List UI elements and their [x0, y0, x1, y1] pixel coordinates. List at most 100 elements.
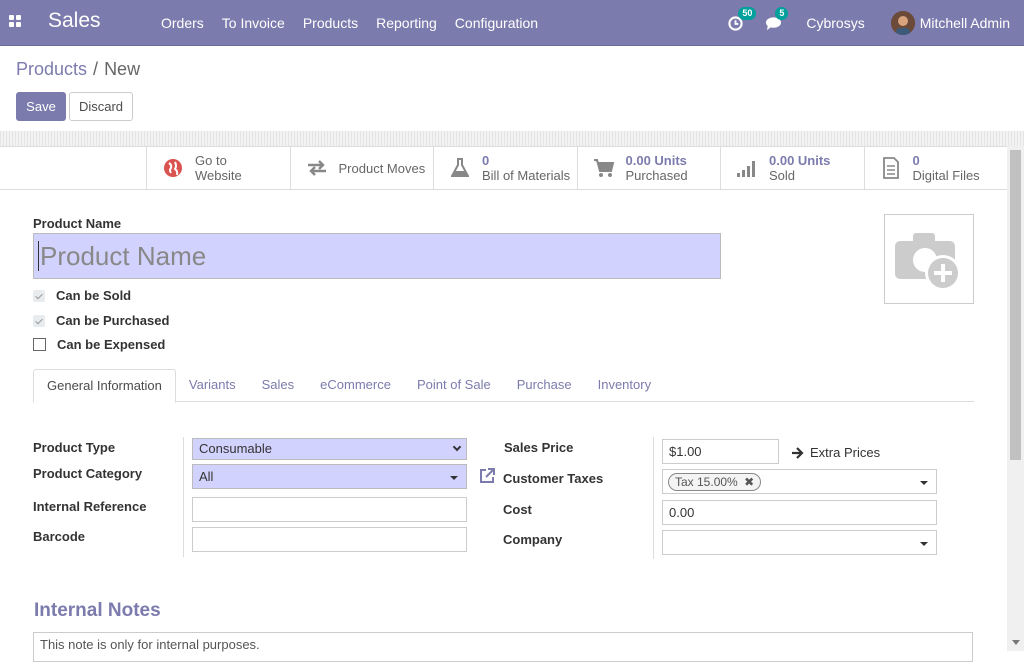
internal-notes-title: Internal Notes: [34, 600, 161, 621]
product-type-label: Product Type: [33, 440, 116, 455]
scrollbar-thumb[interactable]: [1010, 150, 1021, 460]
sold-label: Sold: [769, 168, 796, 183]
can-be-sold-row[interactable]: Can be Sold: [33, 288, 131, 303]
barcode-label: Barcode: [33, 529, 86, 544]
bill-of-materials-button[interactable]: 0 Bill of Materials: [433, 146, 577, 190]
menu-item-to-invoice[interactable]: To Invoice: [213, 15, 294, 31]
external-link-button[interactable]: [478, 467, 496, 488]
menu-item-configuration[interactable]: Configuration: [446, 15, 547, 31]
can-be-purchased-row[interactable]: Can be Purchased: [33, 313, 169, 328]
tab-general-information[interactable]: General Information: [33, 369, 176, 403]
breadcrumb-parent[interactable]: Products: [16, 59, 87, 79]
breadcrumb-current: New: [104, 59, 141, 79]
sold-qty: 0.00 Units: [769, 153, 831, 168]
shopping-cart-icon: [592, 158, 616, 178]
digital-files-label: Digital Files: [912, 168, 980, 183]
tab-ecommerce[interactable]: eCommerce: [307, 369, 404, 402]
top-navbar: Sales Orders To Invoice Products Reporti…: [0, 0, 1024, 46]
external-link-icon: [480, 468, 495, 483]
sold-button[interactable]: 0.00 Units Sold: [720, 146, 864, 190]
arrow-right-icon: [792, 446, 804, 459]
purchased-label: Purchased: [625, 168, 688, 183]
cost-label: Cost: [503, 502, 532, 517]
activity-badge: 50: [738, 6, 757, 20]
remove-tag-icon[interactable]: ✖: [744, 475, 754, 489]
digital-files-button[interactable]: 0 Digital Files: [863, 146, 1008, 190]
menu-item-products[interactable]: Products: [294, 15, 367, 31]
product-category-value: All: [199, 469, 214, 484]
exchange-arrows-icon: [305, 159, 329, 177]
can-be-expensed-label: Can be Expensed: [57, 337, 166, 352]
apps-menu-icon[interactable]: [9, 15, 23, 29]
product-moves-button[interactable]: Product Moves: [289, 146, 434, 190]
tab-variants[interactable]: Variants: [176, 369, 249, 402]
app-name[interactable]: Sales: [48, 9, 101, 33]
menu-item-orders[interactable]: Orders: [152, 15, 213, 31]
vertical-scrollbar[interactable]: [1007, 146, 1024, 651]
menu-item-reporting[interactable]: Reporting: [367, 15, 446, 31]
digital-files-count: 0: [912, 153, 920, 168]
product-image-upload[interactable]: [884, 214, 974, 304]
customer-taxes-label: Customer Taxes: [503, 471, 604, 486]
text-cursor: [38, 241, 39, 271]
can-be-expensed-checkbox[interactable]: [33, 338, 46, 351]
product-category-select[interactable]: All: [192, 464, 467, 489]
company-switcher[interactable]: Cybrosys: [806, 15, 864, 31]
sales-price-label: Sales Price: [504, 440, 574, 455]
chevron-down-icon: [452, 442, 462, 452]
internal-notes-textarea[interactable]: This note is only for internal purposes.: [33, 632, 973, 662]
can-be-sold-label: Can be Sold: [56, 288, 132, 303]
product-type-select[interactable]: Consumable: [192, 438, 467, 460]
customer-taxes-input[interactable]: Tax 15.00% ✖: [662, 469, 937, 494]
camera-plus-icon: [895, 233, 961, 291]
sales-price-input[interactable]: $1.00: [662, 439, 779, 464]
tab-point-of-sale[interactable]: Point of Sale: [404, 369, 504, 402]
company-label: Company: [503, 532, 563, 547]
tax-tag: Tax 15.00% ✖: [668, 473, 762, 491]
tax-tag-label: Tax 15.00%: [675, 475, 738, 489]
barcode-input[interactable]: [192, 527, 467, 552]
product-name-input[interactable]: Product Name: [33, 233, 721, 279]
website-line1: Go to: [195, 153, 227, 168]
discard-button[interactable]: Discard: [69, 92, 133, 121]
smart-button-box: Go to Website Product Moves 0 Bill of Mate…: [146, 146, 1007, 190]
save-button[interactable]: Save: [16, 92, 66, 121]
go-to-website-button[interactable]: Go to Website: [146, 146, 290, 190]
right-group-separator: [653, 437, 654, 559]
systray: 50 5 Cybrosys Mitchell Admin: [728, 0, 1024, 46]
internal-reference-input[interactable]: [192, 497, 467, 522]
breadcrumb: Products / New: [16, 59, 140, 80]
user-name: Mitchell Admin: [919, 15, 1010, 31]
can-be-purchased-checkbox[interactable]: [33, 314, 45, 327]
product-moves-label: Product Moves: [338, 160, 426, 176]
tab-inventory[interactable]: Inventory: [585, 369, 664, 402]
purchased-button[interactable]: 0.00 Units Purchased: [576, 146, 721, 190]
purchased-qty: 0.00 Units: [625, 153, 687, 168]
notebook-tabs: General Information Variants Sales eComm…: [33, 369, 974, 403]
user-menu[interactable]: Mitchell Admin: [890, 11, 1010, 35]
product-type-value: Consumable: [199, 441, 272, 456]
user-avatar: [890, 11, 915, 35]
activity-button[interactable]: 50: [728, 6, 757, 32]
bom-label: Bill of Materials: [482, 168, 571, 183]
cost-input[interactable]: 0.00: [662, 500, 937, 525]
tab-sales[interactable]: Sales: [249, 369, 308, 402]
messages-button[interactable]: 5: [765, 6, 789, 32]
can-be-expensed-row[interactable]: Can be Expensed: [33, 337, 165, 352]
scroll-down-arrow[interactable]: [1012, 640, 1020, 645]
flask-icon: [448, 158, 472, 178]
caret-down-icon: [450, 476, 458, 480]
extra-prices-label: Extra Prices: [810, 445, 881, 460]
file-text-icon: [879, 157, 903, 179]
tab-purchase[interactable]: Purchase: [504, 369, 585, 402]
breadcrumb-separator: /: [93, 59, 99, 79]
product-category-label: Product Category: [33, 466, 143, 481]
can-be-sold-checkbox[interactable]: [33, 289, 45, 302]
company-select[interactable]: [662, 530, 937, 555]
can-be-purchased-label: Can be Purchased: [56, 313, 170, 328]
main-menu: Orders To Invoice Products Reporting Con…: [152, 0, 547, 46]
button-box-divider: [0, 189, 146, 190]
product-name-label: Product Name: [33, 216, 122, 231]
extra-prices-button[interactable]: Extra Prices: [791, 445, 880, 460]
signal-bars-icon: [735, 159, 759, 177]
